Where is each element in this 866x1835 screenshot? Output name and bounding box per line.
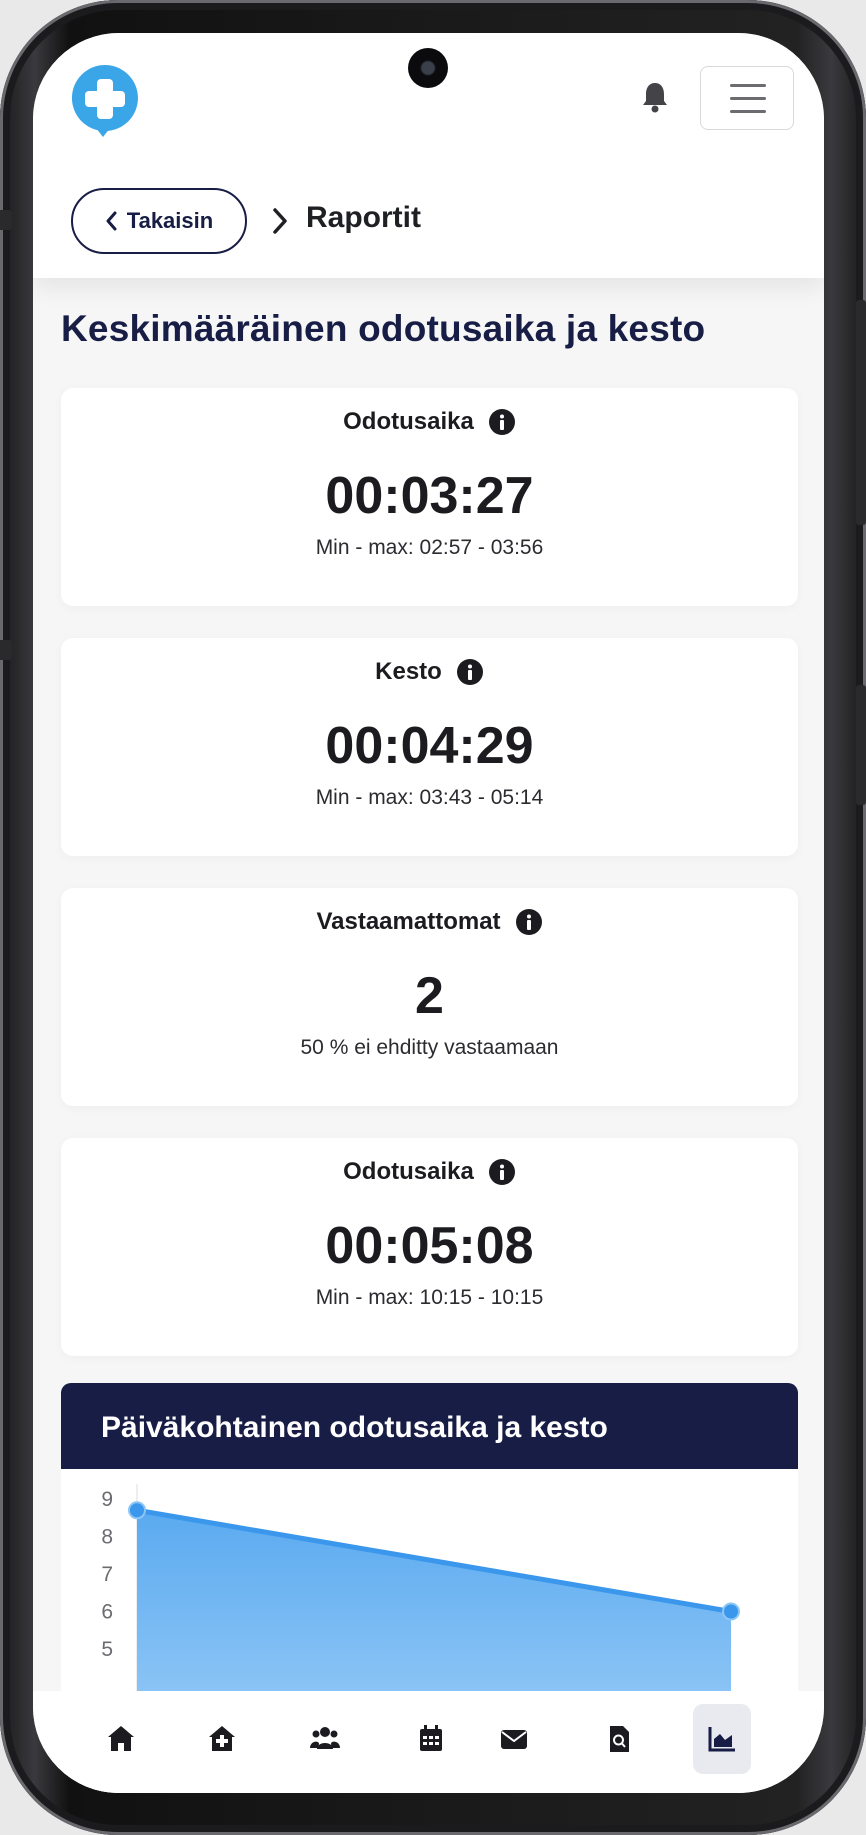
info-icon[interactable]	[488, 408, 516, 436]
card-label: Kesto	[375, 658, 442, 685]
phone-frame: Takaisin Raportit Keskimääräinen odotusa…	[0, 0, 866, 1835]
app-screen: Takaisin Raportit Keskimääräinen odotusa…	[33, 33, 824, 1793]
card-subtext: Min - max: 03:43 - 05:14	[315, 786, 544, 809]
y-tick-label: 8	[101, 1526, 113, 1549]
front-camera	[408, 48, 448, 88]
file-search-icon	[610, 1726, 629, 1752]
nav-item-chart-area[interactable]	[693, 1704, 751, 1774]
card-label: Odotusaika	[343, 1158, 474, 1185]
card-value: 2	[415, 967, 444, 1025]
info-icon[interactable]	[488, 1158, 516, 1186]
card-value: 00:05:08	[325, 1217, 534, 1275]
chevron-left-icon	[106, 211, 117, 231]
card-header: Kesto	[61, 658, 798, 686]
stat-card-duration: Kesto 00:04:29 Min - max: 03:43 - 05:14	[61, 638, 798, 856]
breadcrumb-title: Raportit	[306, 201, 421, 234]
nav-item-envelope[interactable]	[485, 1704, 543, 1774]
stat-card-unanswered: Vastaamattomat 2 50 % ei ehditty vastaam…	[61, 888, 798, 1106]
card-header: Odotusaika	[61, 1158, 798, 1186]
users-icon	[310, 1727, 340, 1749]
stat-card-wait-time-2: Odotusaika 00:05:08 Min - max: 10:15 - 1…	[61, 1138, 798, 1356]
power-button	[856, 300, 866, 525]
side-button	[856, 685, 866, 805]
back-button[interactable]: Takaisin	[71, 188, 247, 254]
app-logo-icon	[71, 65, 138, 137]
card-subtext: Min - max: 02:57 - 03:56	[315, 536, 544, 559]
stat-card-wait-time: Odotusaika 00:03:27 Min - max: 02:57 - 0…	[61, 388, 798, 606]
y-tick-label: 9	[101, 1488, 113, 1511]
back-button-label: Takaisin	[126, 208, 214, 233]
card-subtext: Min - max: 10:15 - 10:15	[315, 1286, 544, 1309]
home-icon	[108, 1726, 134, 1751]
nav-item-users[interactable]	[296, 1704, 354, 1774]
hamburger-menu-button[interactable]	[700, 66, 794, 130]
chart-title: Päiväkohtainen odotusaika ja kesto	[61, 1383, 798, 1469]
card-subtext: 50 % ei ehditty vastaamaan	[300, 1036, 559, 1059]
nav-item-calendar[interactable]	[402, 1704, 460, 1774]
card-header: Vastaamattomat	[61, 908, 798, 936]
card-value: 00:03:27	[325, 467, 534, 525]
chart-area-icon	[708, 1727, 735, 1752]
chevron-right-icon	[273, 208, 287, 234]
data-point[interactable]	[128, 1501, 146, 1520]
calendar-icon	[420, 1725, 442, 1751]
bottom-navigation	[33, 1691, 824, 1793]
card-label: Odotusaika	[343, 408, 474, 435]
info-icon[interactable]	[515, 908, 543, 936]
card-header: Odotusaika	[61, 408, 798, 436]
card-value: 00:04:29	[325, 717, 534, 775]
nav-item-home[interactable]	[92, 1704, 150, 1774]
page-title: Keskimääräinen odotusaika ja kesto	[61, 308, 706, 349]
info-icon[interactable]	[456, 658, 484, 686]
house-medical-icon	[209, 1726, 235, 1751]
y-tick-label: 5	[101, 1638, 113, 1661]
nav-item-house-medical[interactable]	[193, 1704, 251, 1774]
menu-bar	[730, 110, 766, 113]
data-point[interactable]	[722, 1602, 740, 1621]
bell-icon[interactable]	[640, 80, 670, 114]
nav-item-file-search[interactable]	[590, 1704, 648, 1774]
y-tick-label: 7	[101, 1563, 113, 1586]
card-label: Vastaamattomat	[316, 908, 501, 935]
volume-button-lower	[0, 640, 12, 660]
menu-bar	[730, 84, 766, 87]
envelope-icon	[501, 1730, 527, 1749]
volume-button	[0, 210, 12, 230]
y-tick-label: 6	[101, 1601, 113, 1624]
menu-bar	[730, 97, 766, 100]
